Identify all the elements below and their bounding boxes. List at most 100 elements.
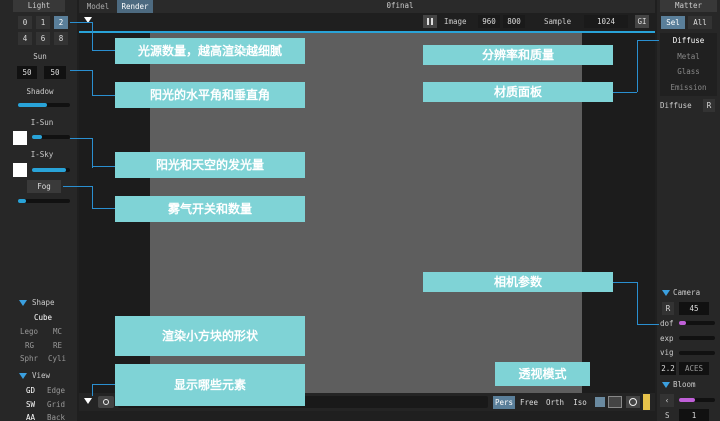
view-aa[interactable]: AA <box>26 413 35 421</box>
view-header: View <box>32 371 51 380</box>
sun-azimuth-input[interactable]: 50 <box>17 66 37 79</box>
exp-slider[interactable] <box>679 336 715 340</box>
shadow-label: Shadow <box>26 87 54 96</box>
vig-label: vig <box>660 348 674 357</box>
sun-color-swatch[interactable] <box>13 131 27 145</box>
sel-tab[interactable]: Sel <box>661 16 685 29</box>
dof-slider-fill <box>679 321 687 325</box>
fov-input[interactable]: 45 <box>679 302 709 315</box>
mode-pers[interactable]: Pers <box>493 396 515 409</box>
sun-elevation-input[interactable]: 50 <box>44 66 66 79</box>
connector-2c <box>92 95 115 96</box>
light-count-0[interactable]: 0 <box>18 16 32 29</box>
isky-slider-fill <box>32 168 67 172</box>
callout-sun-angle: 阳光的水平角和垂直角 <box>115 82 305 108</box>
material-metal[interactable]: Metal <box>660 52 717 61</box>
callout-resolution: 分辨率和质量 <box>423 45 613 65</box>
mode-free[interactable]: Free <box>518 396 540 409</box>
image-width-input[interactable]: 960 <box>478 15 500 28</box>
connector-1 <box>70 22 92 23</box>
connector-8 <box>613 92 637 93</box>
material-diffuse[interactable]: Diffuse <box>660 36 717 45</box>
light-count-4[interactable]: 4 <box>18 32 32 45</box>
bloom-collapse-icon[interactable] <box>662 382 670 388</box>
mode-iso[interactable]: Iso <box>570 396 590 409</box>
fov-r-key[interactable]: R <box>662 302 674 315</box>
reset-view-icon[interactable] <box>626 396 640 408</box>
s-input[interactable]: 1 <box>679 409 709 421</box>
shape-cube[interactable]: Cube <box>28 313 58 322</box>
dof-slider[interactable] <box>679 321 715 325</box>
view-gd[interactable]: GD <box>26 386 35 395</box>
connector-2 <box>70 70 92 71</box>
isun-label: I-Sun <box>30 118 54 127</box>
shape-lego[interactable]: Lego <box>20 327 38 336</box>
sun-label: Sun <box>33 52 47 61</box>
color-indicator[interactable] <box>643 394 650 410</box>
shape-rg[interactable]: RG <box>25 341 34 350</box>
bloom-slider[interactable] <box>679 398 715 402</box>
connector-3c <box>92 166 115 167</box>
camera-lens <box>103 399 109 405</box>
pause-button[interactable] <box>423 15 437 28</box>
grid-view-icon[interactable] <box>595 397 605 407</box>
connector-9b <box>637 282 638 324</box>
shape-sphr[interactable]: Sphr <box>20 354 38 363</box>
aces-button[interactable]: ACES <box>679 362 709 375</box>
shape-cyli[interactable]: Cyli <box>48 354 66 363</box>
pause-icon-bar <box>431 18 433 25</box>
fog-slider[interactable] <box>18 199 70 203</box>
image-label: Image <box>444 17 467 26</box>
mode-orth[interactable]: Orth <box>544 396 566 409</box>
sky-color-swatch[interactable] <box>13 163 27 177</box>
bloom-back-button[interactable]: ‹ <box>660 394 674 407</box>
image-height-input[interactable]: 800 <box>503 15 525 28</box>
light-count-2[interactable]: 2 <box>54 16 68 29</box>
material-r-key[interactable]: R <box>703 99 715 112</box>
gamma-input[interactable]: 2.2 <box>660 362 676 375</box>
fog-toggle[interactable]: Fog <box>27 180 61 193</box>
light-count-1[interactable]: 1 <box>36 16 50 29</box>
shadow-slider[interactable] <box>18 103 70 107</box>
sample-input[interactable]: 1024 <box>584 15 628 28</box>
tab-render[interactable]: Render <box>117 0 153 13</box>
reset-view-circle <box>629 398 637 406</box>
vig-slider[interactable] <box>679 351 715 355</box>
all-tab[interactable]: All <box>688 16 712 29</box>
pause-icon <box>427 18 429 25</box>
connector-3 <box>70 138 92 139</box>
shape-header: Shape <box>32 298 55 307</box>
file-title: 0final <box>386 1 414 10</box>
light-panel: Light 0 1 2 4 6 8 Sun 50 50 Shadow I-Sun… <box>0 0 77 421</box>
connector-9c <box>637 324 659 325</box>
shape-collapse-icon[interactable] <box>19 300 27 306</box>
camera-icon[interactable] <box>98 396 114 408</box>
material-glass[interactable]: Glass <box>660 67 717 76</box>
material-emission[interactable]: Emission <box>660 83 717 92</box>
layout-icon[interactable] <box>608 396 622 408</box>
view-edge[interactable]: Edge <box>47 386 65 395</box>
connector-8c <box>637 40 659 41</box>
isun-slider[interactable] <box>32 135 70 139</box>
callout-emission: 阳光和天空的发光量 <box>115 152 305 178</box>
connector-4 <box>63 186 92 187</box>
connector-9 <box>613 282 637 283</box>
view-grid[interactable]: Grid <box>47 400 65 409</box>
isky-slider[interactable] <box>32 168 70 172</box>
shape-mc[interactable]: MC <box>53 327 62 336</box>
bottom-triangle-icon <box>84 398 92 404</box>
isun-slider-fill <box>32 135 42 139</box>
shape-re[interactable]: RE <box>53 341 62 350</box>
shadow-slider-fill <box>18 103 47 107</box>
tab-model[interactable]: Model <box>83 0 113 13</box>
light-count-6[interactable]: 6 <box>36 32 50 45</box>
gi-button[interactable]: GI <box>635 15 649 28</box>
camera-collapse-icon[interactable] <box>662 290 670 296</box>
connector-4b <box>92 186 93 208</box>
current-material-label: Diffuse <box>660 101 692 110</box>
bloom-header: Bloom <box>673 380 696 389</box>
view-sw[interactable]: SW <box>26 400 35 409</box>
view-back[interactable]: Back <box>47 413 65 421</box>
light-count-8[interactable]: 8 <box>54 32 68 45</box>
view-collapse-icon[interactable] <box>19 373 27 379</box>
